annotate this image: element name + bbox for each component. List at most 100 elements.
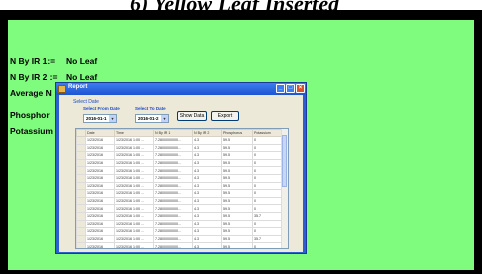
row-selector[interactable] <box>76 143 86 153</box>
table-cell: 1/23/2016 1:00 ... <box>114 158 154 168</box>
table-cell: 1/23/2016 <box>85 219 115 229</box>
from-date-picker[interactable]: 2016-01-1 ▾ <box>83 114 117 123</box>
dialog-title: Report <box>68 84 88 90</box>
table-cell: 4.3 <box>192 143 222 153</box>
report-table: Date Time N By IR 1 N By IR 2 Phosphorus… <box>76 129 286 248</box>
close-button[interactable]: × <box>296 84 305 93</box>
table-cell: 1/23/2016 1:00 ... <box>114 189 154 198</box>
table-row[interactable]: 1/23/2016 1/23/2016 1:00 ... 7.2800000000.… <box>76 211 286 221</box>
table-cell: 59.5 <box>221 196 253 206</box>
column-header[interactable]: Date <box>85 129 115 137</box>
table-cell: 1/23/2016 1:00 ... <box>114 166 154 175</box>
row-selector[interactable] <box>76 181 86 191</box>
calendar-dropdown-icon[interactable]: ▾ <box>109 115 116 122</box>
table-cell: 59.5 <box>221 204 253 213</box>
row-selector[interactable] <box>76 204 86 213</box>
row-selector[interactable] <box>76 234 86 244</box>
table-cell: 7.2800000000... <box>153 151 193 160</box>
table-cell: 59.5 <box>221 211 253 221</box>
table-cell: 4.3 <box>192 196 222 206</box>
row-selector[interactable] <box>76 166 86 175</box>
column-header[interactable]: N By IR 2 <box>192 129 222 137</box>
table-row[interactable]: 1/23/2016 1/23/2016 1:00 ... 7.2800000000.… <box>76 234 286 244</box>
dialog-titlebar[interactable]: Report _ □ × <box>56 83 306 95</box>
table-cell: 7.2800000000... <box>153 234 193 244</box>
table-row[interactable]: 1/23/2016 1/23/2016 1:00 ... 7.2800000000.… <box>76 151 286 160</box>
table-cell: 1/23/2016 <box>85 181 115 191</box>
to-date-value: 2016-01-2 <box>138 116 159 121</box>
table-cell: 4.3 <box>192 242 222 248</box>
table-cell: 1/23/2016 <box>85 189 115 198</box>
table-cell: 4.3 <box>192 166 222 175</box>
table-cell: 7.2800000000... <box>153 189 193 198</box>
table-header-row: Date Time N By IR 1 N By IR 2 Phosphorus… <box>76 129 286 137</box>
screen-frame: N By IR 1:= No Leaf N By IR 2 := No Leaf… <box>0 10 482 274</box>
table-row[interactable]: 1/23/2016 1/23/2016 1:00 ... 7.2800000000.… <box>76 189 286 198</box>
potassium-label: Potassium <box>10 126 53 136</box>
table-cell: 1/23/2016 <box>85 158 115 168</box>
table-row[interactable]: 1/23/2016 1/23/2016 1:00 ... 7.2800000000.… <box>76 219 286 229</box>
table-row[interactable]: 1/23/2016 1/23/2016 1:00 ... 7.2800000000.… <box>76 181 286 191</box>
table-row[interactable]: 1/23/2016 1/23/2016 1:00 ... 7.2800000000.… <box>76 204 286 213</box>
table-cell: 4.3 <box>192 189 222 198</box>
row-selector[interactable] <box>76 242 86 248</box>
export-button[interactable]: Export <box>211 111 239 121</box>
row-selector[interactable] <box>76 227 86 236</box>
calendar-dropdown-icon[interactable]: ▾ <box>161 115 168 122</box>
table-row[interactable]: 1/23/2016 1/23/2016 1:00 ... 7.2800000000.… <box>76 143 286 153</box>
report-dialog: Report _ □ × Select Date Select From Dat… <box>55 82 307 254</box>
table-cell: 1/23/2016 <box>85 211 115 221</box>
row-selector[interactable] <box>76 219 86 229</box>
table-cell: 59.5 <box>221 173 253 183</box>
table-row[interactable]: 1/23/2016 1/23/2016 1:00 ... 7.2800000000.… <box>76 196 286 206</box>
table-cell: 1/23/2016 <box>85 234 115 244</box>
row-selector-header <box>76 129 86 137</box>
row-selector[interactable] <box>76 173 86 183</box>
table-row[interactable]: 1/23/2016 1/23/2016 1:00 ... 7.2800000000.… <box>76 136 286 145</box>
table-cell: 4.3 <box>192 211 222 221</box>
column-header[interactable]: Time <box>114 129 154 137</box>
scrollbar-thumb[interactable] <box>282 135 287 187</box>
to-date-picker[interactable]: 2016-01-2 ▾ <box>135 114 169 123</box>
table-row[interactable]: 1/23/2016 1/23/2016 1:00 ... 7.2800000000.… <box>76 158 286 168</box>
group-title: Select Date <box>73 99 99 105</box>
vertical-scrollbar[interactable] <box>281 129 288 248</box>
table-row[interactable]: 1/23/2016 1/23/2016 1:00 ... 7.2800000000.… <box>76 242 286 248</box>
table-cell: 1/23/2016 1:00 ... <box>114 242 154 248</box>
row-selector[interactable] <box>76 196 86 206</box>
to-date-label: Select To Date <box>135 106 166 111</box>
table-cell: 4.3 <box>192 136 222 145</box>
table-cell: 7.2800000000... <box>153 242 193 248</box>
table-row[interactable]: 1/23/2016 1/23/2016 1:00 ... 7.2800000000.… <box>76 166 286 175</box>
table-cell: 59.5 <box>221 166 253 175</box>
average-label: Average N <box>10 88 52 98</box>
row-selector[interactable] <box>76 136 86 145</box>
data-grid[interactable]: Date Time N By IR 1 N By IR 2 Phosphorus… <box>75 128 289 249</box>
from-date-label: Select From Date <box>83 106 120 111</box>
table-cell: 1/23/2016 1:00 ... <box>114 196 154 206</box>
table-row[interactable]: 1/23/2016 1/23/2016 1:00 ... 7.2800000000.… <box>76 227 286 236</box>
dialog-client: Select Date Select From Date Select To D… <box>59 95 303 252</box>
table-cell: 7.2800000000... <box>153 211 193 221</box>
table-cell: 1/23/2016 1:00 ... <box>114 211 154 221</box>
table-cell: 1/23/2016 1:00 ... <box>114 136 154 145</box>
maximize-button[interactable]: □ <box>286 84 295 93</box>
row-selector[interactable] <box>76 158 86 168</box>
table-cell: 59.5 <box>221 136 253 145</box>
table-cell: 1/23/2016 <box>85 136 115 145</box>
show-data-button[interactable]: Show Data <box>177 111 207 121</box>
row-selector[interactable] <box>76 151 86 160</box>
row-selector[interactable] <box>76 211 86 221</box>
table-cell: 4.3 <box>192 204 222 213</box>
table-row[interactable]: 1/23/2016 1/23/2016 1:00 ... 7.2800000000.… <box>76 173 286 183</box>
table-cell: 59.5 <box>221 181 253 191</box>
table-cell: 59.5 <box>221 189 253 198</box>
table-cell: 59.5 <box>221 158 253 168</box>
minimize-button[interactable]: _ <box>276 84 285 93</box>
table-cell: 1/23/2016 1:00 ... <box>114 234 154 244</box>
table-cell: 1/23/2016 1:00 ... <box>114 204 154 213</box>
column-header[interactable]: Phosphorus <box>221 129 253 137</box>
column-header[interactable]: N By IR 1 <box>153 129 193 137</box>
row-selector[interactable] <box>76 189 86 198</box>
table-cell: 1/23/2016 <box>85 173 115 183</box>
